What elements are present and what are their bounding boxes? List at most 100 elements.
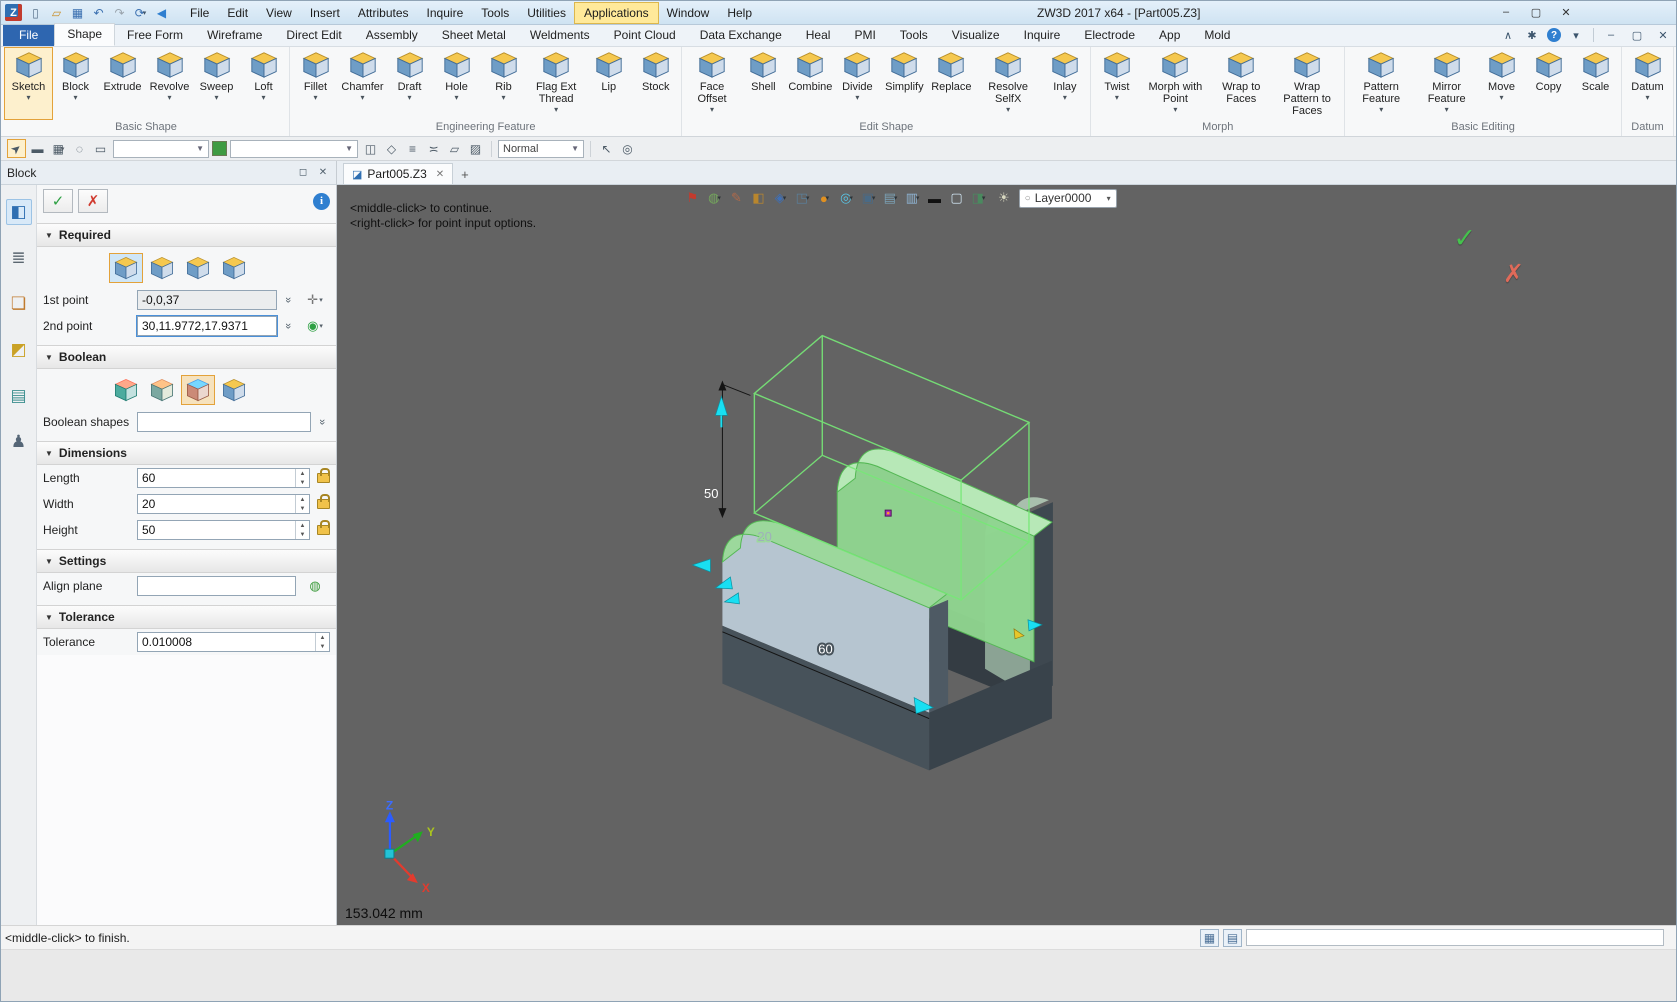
ribbon-button[interactable]: Pattern Feature ▾: [1347, 48, 1415, 119]
ribbon-tab[interactable]: Wireframe: [195, 25, 274, 46]
ribbon-button[interactable]: Revolve ▾: [146, 48, 193, 119]
ribbon-button[interactable]: Chamfer ▾: [339, 48, 386, 119]
dropdown-arrow[interactable]: ▾: [73, 94, 77, 102]
filter-combo[interactable]: ▼: [113, 139, 209, 158]
menu-item[interactable]: Utilities: [518, 3, 575, 23]
line-weight-swatch[interactable]: ▬: [924, 188, 945, 208]
dropdown-arrow[interactable]: ▾: [1006, 106, 1010, 114]
dropdown-arrow[interactable]: ▾: [261, 94, 265, 102]
child-minimize-button[interactable]: –: [1602, 27, 1620, 43]
ribbon-tab[interactable]: Inquire: [1012, 25, 1073, 46]
reference-circle-icon[interactable]: ◌: [70, 139, 89, 158]
collapse-triangle-icon[interactable]: ▼: [45, 231, 53, 240]
dimension-input[interactable]: [138, 469, 295, 487]
ribbon-button[interactable]: Copy: [1525, 48, 1572, 119]
status-grid-icon[interactable]: ▦: [1200, 928, 1219, 947]
align-lines-icon[interactable]: ≡: [403, 139, 422, 158]
ribbon-button[interactable]: Face Offset ▾: [684, 48, 740, 119]
background-swatch[interactable]: ▢: [946, 188, 967, 208]
ok-button[interactable]: ✓: [43, 189, 73, 213]
second-point-input[interactable]: [136, 315, 278, 337]
dropdown-arrow[interactable]: ▾: [313, 94, 317, 102]
part-browser-icon[interactable]: ◩: [6, 337, 32, 363]
new-file-icon[interactable]: ▯: [26, 3, 45, 22]
color-swatch[interactable]: [212, 141, 227, 156]
ribbon-button[interactable]: Shell: [740, 48, 787, 119]
section-settings[interactable]: ▼ Settings: [37, 549, 336, 573]
dropdown-arrow[interactable]: ▾: [554, 106, 558, 114]
spinner[interactable]: ▲ ▼: [295, 521, 309, 539]
panel-float-icon[interactable]: ◻: [296, 166, 310, 180]
close-button[interactable]: ✕: [1556, 4, 1576, 20]
status-list-icon[interactable]: ▤: [1223, 928, 1242, 947]
ribbon-button[interactable]: Stock: [632, 48, 679, 119]
info-icon[interactable]: i: [313, 192, 330, 210]
ribbon-tab[interactable]: Assembly: [354, 25, 430, 46]
menu-item[interactable]: Help: [718, 3, 761, 23]
ribbon-button[interactable]: Mirror Feature ▾: [1415, 48, 1478, 119]
entity-filter-combo[interactable]: ▼: [230, 139, 358, 158]
dropdown-arrow[interactable]: ▾: [501, 94, 505, 102]
point-edit-icon[interactable]: ✎: [726, 188, 747, 208]
help-dropdown-icon[interactable]: ▾: [1567, 27, 1585, 43]
ribbon-button[interactable]: Extrude: [99, 48, 146, 119]
ribbon-tab[interactable]: PMI: [842, 25, 887, 46]
texture-mode-icon[interactable]: ◨ ▾: [968, 188, 989, 208]
dropdown-arrow[interactable]: ▾: [710, 106, 714, 114]
undo-icon[interactable]: ↶: [89, 3, 108, 22]
dropdown-arrow[interactable]: ▾: [849, 194, 853, 202]
role-manager-icon[interactable]: ♟: [6, 429, 32, 455]
dimension-input[interactable]: [138, 521, 295, 539]
menu-item[interactable]: Inquire: [418, 3, 473, 23]
point-pick-tool[interactable]: ✛ ▾: [300, 292, 330, 308]
ribbon-tab[interactable]: Visualize: [940, 25, 1012, 46]
close-tab-icon[interactable]: ✕: [436, 169, 444, 180]
parallel-icon[interactable]: ▱: [445, 139, 464, 158]
section-required[interactable]: ▼ Required: [37, 223, 336, 247]
dropdown-arrow[interactable]: ▾: [454, 94, 458, 102]
dropdown-arrow[interactable]: ▾: [826, 194, 830, 202]
select-arrow-icon[interactable]: ➤: [7, 139, 26, 158]
dropdown-arrow[interactable]: ▾: [982, 194, 986, 202]
collapse-triangle-icon[interactable]: ▼: [45, 557, 53, 566]
save-icon[interactable]: ▦: [68, 3, 87, 22]
history-manager-icon[interactable]: ≣: [6, 245, 32, 271]
menu-item[interactable]: Edit: [218, 3, 257, 23]
ribbon-tab[interactable]: Direct Edit: [274, 25, 353, 46]
menu-item[interactable]: File: [181, 3, 218, 23]
block-center-height-icon[interactable]: [217, 253, 251, 283]
cancel-button[interactable]: ✗: [78, 189, 108, 213]
ribbon-button[interactable]: Sweep ▾: [193, 48, 240, 119]
shape-manager-icon[interactable]: ◧: [5, 199, 32, 225]
dropdown-arrow[interactable]: ▾: [1115, 94, 1119, 102]
cancel-x-icon[interactable]: ✗: [1503, 259, 1524, 289]
dropdown-arrow[interactable]: ▾: [1445, 106, 1449, 114]
render-mode-icon[interactable]: ◈ ▾: [770, 188, 791, 208]
ribbon-button[interactable]: Wrap to Faces: [1210, 48, 1272, 119]
ribbon-tab[interactable]: Sheet Metal: [430, 25, 518, 46]
ribbon-tab[interactable]: App: [1147, 25, 1192, 46]
tolerance-input[interactable]: [138, 633, 315, 651]
menu-item[interactable]: Window: [658, 3, 719, 23]
pick-previous-icon[interactable]: ↖: [597, 139, 616, 158]
panel-close-icon[interactable]: ✕: [316, 166, 330, 180]
ribbon-button[interactable]: Resolve SelfX ▾: [975, 48, 1042, 119]
dropdown-arrow[interactable]: ▾: [894, 194, 898, 202]
ribbon-button[interactable]: Move ▾: [1478, 48, 1525, 119]
open-file-icon[interactable]: ▱: [47, 3, 66, 22]
ribbon-tab[interactable]: Shape: [54, 23, 116, 46]
hatch-icon[interactable]: ▨: [466, 139, 485, 158]
ribbon-button[interactable]: Sketch ▾: [4, 47, 53, 120]
document-tab[interactable]: ◪ Part005.Z3 ✕: [343, 163, 454, 184]
chevron-down-icon[interactable]: ▼: [567, 144, 579, 153]
shade-mode-icon[interactable]: ◧: [748, 188, 769, 208]
ribbon-tab[interactable]: Weldments: [518, 25, 602, 46]
dropdown-arrow[interactable]: ▾: [717, 194, 721, 202]
dropdown-arrow[interactable]: ▾: [1063, 94, 1067, 102]
dropdown-arrow[interactable]: ▾: [916, 194, 920, 202]
child-restore-button[interactable]: ▢: [1628, 27, 1646, 43]
ribbon-button[interactable]: Combine: [787, 48, 834, 119]
section-boolean[interactable]: ▼ Boolean: [37, 345, 336, 369]
screen-plane-icon[interactable]: ▥ ▾: [902, 188, 923, 208]
lock-icon[interactable]: [317, 494, 330, 509]
